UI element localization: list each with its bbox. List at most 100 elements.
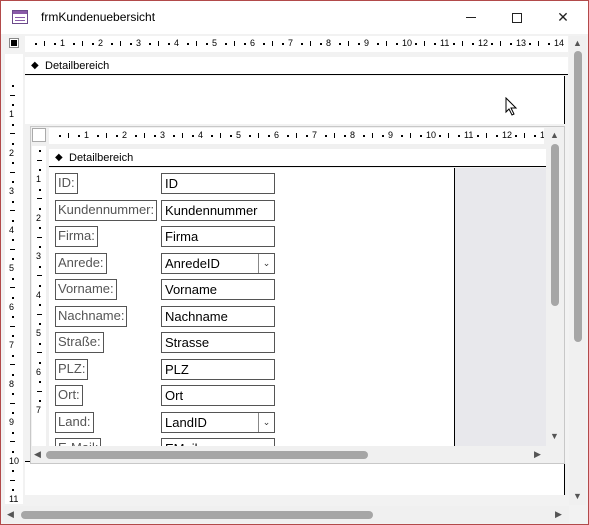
- ruler-tick: [144, 133, 145, 138]
- textbox-control[interactable]: PLZ: [161, 358, 275, 380]
- ruler-tick: [10, 441, 15, 443]
- form-vertical-scrollbar[interactable]: ▲ ▼: [569, 36, 586, 505]
- ruler-tick: [514, 135, 517, 137]
- ruler-number: 2: [36, 212, 42, 223]
- field-label[interactable]: Vorname:: [55, 279, 117, 300]
- ruler-tick: [10, 287, 15, 289]
- title-bar[interactable]: frmKundenuebersicht ✕: [1, 1, 588, 34]
- scroll-thumb[interactable]: [574, 51, 582, 342]
- scroll-right-icon[interactable]: ▶: [534, 449, 541, 460]
- ruler-tick: [158, 41, 159, 46]
- ruler-number: 11: [9, 494, 19, 504]
- ruler-tick: [234, 41, 235, 46]
- scroll-thumb[interactable]: [551, 144, 559, 306]
- ruler-tick: [296, 133, 297, 138]
- form-icon: [12, 10, 28, 24]
- close-button[interactable]: ✕: [540, 1, 586, 34]
- section-label: Detailbereich: [45, 60, 110, 72]
- ruler-tick: [77, 135, 80, 137]
- maximize-button[interactable]: [494, 1, 540, 34]
- scroll-left-icon[interactable]: ◀: [34, 449, 41, 460]
- detail-section-bar[interactable]: ◆ Detailbereich: [25, 57, 568, 75]
- ruler-tick: [272, 41, 273, 46]
- ruler-number: 5: [9, 263, 15, 273]
- subform-detail-area[interactable]: ID: ID Kundennummer: Kundennummer Firma: Firm…: [49, 168, 455, 446]
- ruler-number: 8: [9, 378, 15, 389]
- textbox-control[interactable]: Strasse: [161, 332, 275, 353]
- field-label[interactable]: Nachname:: [55, 305, 128, 327]
- subform-horizontal-ruler[interactable]: 12345678910111213: [49, 128, 544, 144]
- textbox-control[interactable]: Nachname: [161, 305, 275, 327]
- textbox-control[interactable]: ID: [161, 173, 275, 194]
- ruler-tick: [528, 43, 531, 45]
- vertical-ruler[interactable]: 1 2 3 4 5 6 7 8 9 10 11: [5, 54, 23, 504]
- ruler-number: 6: [250, 38, 256, 48]
- field-label[interactable]: Kundennummer:: [55, 199, 158, 221]
- ruler-tick: [37, 198, 42, 200]
- ruler-tick: [12, 470, 14, 473]
- ruler-tick: [12, 354, 14, 357]
- ruler-number: 4: [198, 130, 204, 140]
- maximize-icon: [512, 12, 522, 23]
- field-label[interactable]: Ort:: [55, 385, 83, 406]
- control-source: PLZ: [165, 361, 189, 377]
- ruler-tick: [39, 342, 41, 345]
- minimize-icon: [466, 17, 476, 18]
- subform-selector[interactable]: [32, 128, 46, 142]
- scroll-down-icon[interactable]: ▼: [550, 431, 559, 441]
- field-label[interactable]: ID:: [55, 173, 78, 194]
- field-label[interactable]: E-Mail:: [55, 438, 102, 446]
- ruler-tick: [153, 135, 156, 137]
- ruler-tick: [10, 210, 15, 212]
- ruler-tick: [182, 133, 183, 138]
- scroll-thumb[interactable]: [46, 451, 368, 459]
- scroll-right-icon[interactable]: ▶: [555, 509, 562, 520]
- subform-horizontal-scrollbar[interactable]: ◀ ▶: [32, 446, 546, 463]
- ruler-tick: [433, 43, 436, 45]
- ruler-tick: [220, 133, 221, 138]
- detail-area-bottom[interactable]: [25, 461, 565, 495]
- field-label[interactable]: Firma:: [55, 226, 98, 247]
- textbox-control[interactable]: Vorname: [161, 279, 275, 300]
- ruler-tick: [39, 381, 41, 384]
- ruler-tick: [400, 135, 403, 137]
- textbox-control[interactable]: Kundennummer: [161, 199, 275, 221]
- ruler-number: 5: [236, 130, 242, 140]
- control-source: Nachname: [165, 308, 228, 324]
- form-horizontal-scrollbar[interactable]: ◀ ▶: [3, 506, 569, 523]
- horizontal-ruler[interactable]: 1 2 3 4 5 6 7 8 9 10 11 12 13 14: [25, 36, 568, 52]
- textbox-control[interactable]: Ort: [161, 385, 275, 406]
- ruler-tick: [362, 135, 365, 137]
- ruler-number: 9: [388, 130, 394, 140]
- subform-vertical-scrollbar[interactable]: ▲ ▼: [546, 128, 563, 446]
- minimize-button[interactable]: [448, 1, 494, 34]
- scroll-up-icon[interactable]: ▲: [573, 38, 582, 48]
- scroll-left-icon[interactable]: ◀: [7, 509, 14, 520]
- ruler-number: 2: [122, 130, 128, 140]
- field-label[interactable]: Land:: [55, 411, 94, 433]
- ruler-tick: [243, 43, 246, 45]
- chevron-down-icon[interactable]: ⌄: [258, 253, 274, 273]
- ruler-tick: [39, 207, 41, 210]
- field-label[interactable]: Anrede:: [55, 252, 107, 274]
- subform-vertical-ruler[interactable]: 1 2 3 4 5 6 7: [32, 146, 46, 446]
- chevron-down-icon[interactable]: ⌄: [258, 412, 274, 432]
- scroll-down-icon[interactable]: ▼: [573, 491, 582, 501]
- textbox-control[interactable]: EMail: [161, 438, 275, 446]
- detail-area[interactable]: [25, 76, 565, 124]
- ruler-tick: [44, 41, 45, 46]
- ruler-tick: [10, 325, 15, 327]
- scroll-up-icon[interactable]: ▲: [550, 130, 559, 140]
- form-selector[interactable]: [9, 38, 19, 48]
- ruler-tick: [319, 43, 322, 45]
- textbox-control[interactable]: Firma: [161, 226, 275, 247]
- subform-detail-section-bar[interactable]: ◆ Detailbereich: [49, 149, 546, 167]
- combobox-control[interactable]: AnredeID ⌄: [161, 252, 275, 274]
- subform-control[interactable]: 12345678910111213 1234567 ◆ Detailbereic…: [30, 126, 565, 464]
- combobox-control[interactable]: LandID ⌄: [161, 411, 275, 433]
- ruler-tick: [39, 304, 41, 307]
- field-label[interactable]: PLZ:: [55, 358, 89, 380]
- scroll-thumb[interactable]: [21, 511, 373, 519]
- field-label[interactable]: Straße:: [55, 332, 104, 353]
- ruler-number: 13: [516, 38, 527, 48]
